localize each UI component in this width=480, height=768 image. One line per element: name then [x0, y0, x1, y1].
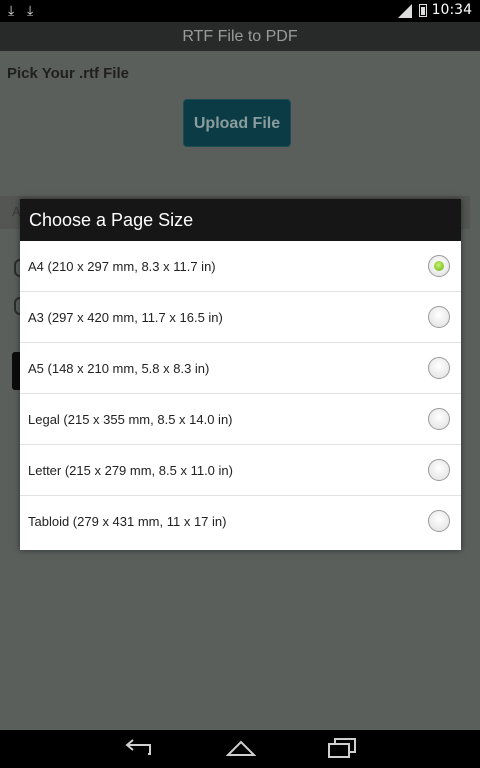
page-size-options: A4 (210 x 297 mm, 8.3 x 11.7 in) A3 (297…: [20, 241, 461, 548]
radio-button[interactable]: [428, 357, 450, 379]
signal-icon: [398, 4, 412, 18]
app-title: RTF File to PDF: [182, 28, 298, 45]
option-label: Legal (215 x 355 mm, 8.5 x 14.0 in): [28, 412, 233, 427]
option-label: Tabloid (279 x 431 mm, 11 x 17 in): [28, 514, 227, 529]
radio-button[interactable]: [428, 408, 450, 430]
option-label: A4 (210 x 297 mm, 8.3 x 11.7 in): [28, 259, 216, 274]
dialog-title: Choose a Page Size: [20, 199, 461, 241]
page-size-option-a5[interactable]: A5 (148 x 210 mm, 5.8 x 8.3 in): [20, 343, 461, 394]
upload-file-button[interactable]: Upload File: [183, 99, 291, 147]
option-label: Letter (215 x 279 mm, 8.5 x 11.0 in): [28, 463, 233, 478]
radio-button[interactable]: [428, 459, 450, 481]
page-size-option-a4[interactable]: A4 (210 x 297 mm, 8.3 x 11.7 in): [20, 241, 461, 292]
option-label: A3 (297 x 420 mm, 11.7 x 16.5 in): [28, 310, 223, 325]
download-icon: ⤓: [8, 2, 15, 18]
app-title-bar: RTF File to PDF: [0, 22, 480, 51]
status-time: 10:34: [431, 2, 472, 18]
page-size-option-legal[interactable]: Legal (215 x 355 mm, 8.5 x 14.0 in): [20, 394, 461, 445]
radio-button[interactable]: [428, 306, 450, 328]
battery-icon: [419, 4, 427, 17]
pick-file-label: Pick Your .rtf File: [7, 65, 129, 82]
page-size-dialog: Choose a Page Size A4 (210 x 297 mm, 8.3…: [20, 199, 461, 550]
radio-button[interactable]: [428, 510, 450, 532]
page-size-option-a3[interactable]: A3 (297 x 420 mm, 11.7 x 16.5 in): [20, 292, 461, 343]
radio-button-selected[interactable]: [428, 255, 450, 277]
home-icon[interactable]: [226, 740, 256, 756]
recent-apps-icon[interactable]: [328, 738, 356, 758]
back-icon[interactable]: [124, 739, 152, 757]
navigation-bar: [0, 730, 480, 768]
page-size-option-tabloid[interactable]: Tabloid (279 x 431 mm, 11 x 17 in): [20, 496, 461, 548]
option-label: A5 (148 x 210 mm, 5.8 x 8.3 in): [28, 361, 210, 376]
status-bar: ⤓ ⤓ 10:34: [0, 0, 480, 22]
download-icon: ⤓: [27, 2, 34, 18]
page-size-option-letter[interactable]: Letter (215 x 279 mm, 8.5 x 11.0 in): [20, 445, 461, 496]
